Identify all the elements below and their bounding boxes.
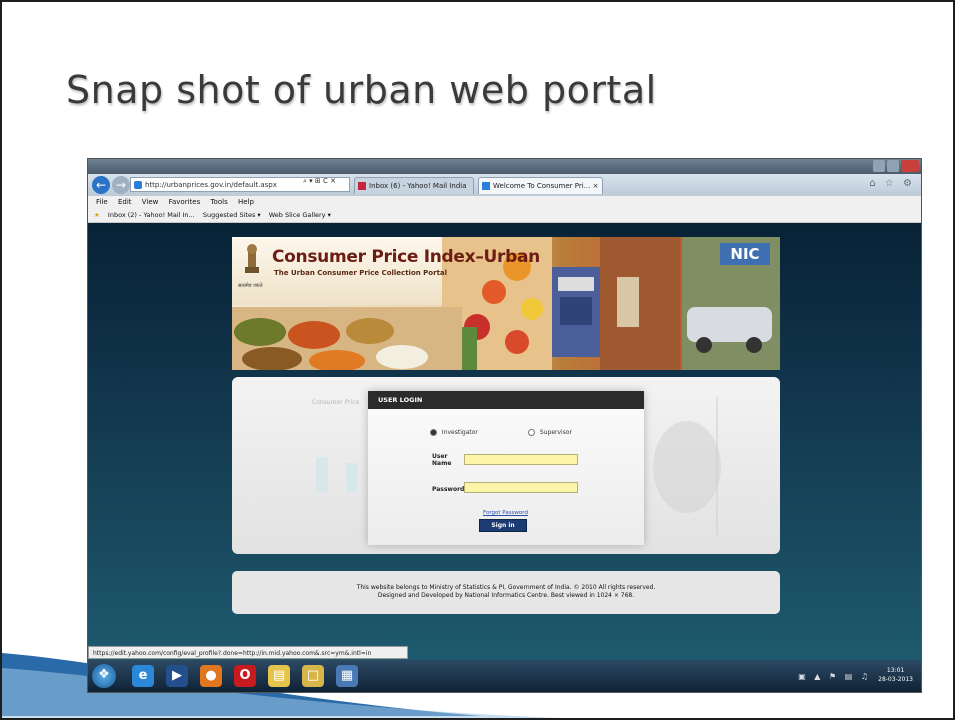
- internet-explorer-icon[interactable]: e: [132, 665, 154, 687]
- sign-in-button[interactable]: Sign in: [479, 519, 527, 532]
- page-viewport: सत्यमेव जयते Consumer Price Index–Urban …: [88, 223, 921, 660]
- portal-title: Consumer Price Index–Urban: [272, 247, 540, 267]
- favorites-bar: ★ Inbox (2) - Yahoo! Mail In... Suggeste…: [88, 208, 921, 223]
- radio-unselected-icon: [528, 429, 535, 436]
- media-player-icon[interactable]: ▶: [166, 665, 188, 687]
- nic-logo: NIC: [720, 243, 770, 265]
- login-body: Investigator Supervisor User Name Passwo…: [368, 409, 644, 545]
- system-tray-icons[interactable]: ▣ ▲ ⚑ ▤ ♫: [798, 672, 871, 681]
- favorites-star-icon[interactable]: ★: [94, 211, 100, 219]
- login-header: USER LOGIN: [368, 391, 644, 409]
- document-window-icon[interactable]: ▦: [336, 665, 358, 687]
- minimize-icon[interactable]: [873, 160, 885, 172]
- browser-status-url: https://edit.yahoo.com/config/eval_profi…: [88, 646, 408, 659]
- footer-credits: Designed and Developed by National Infor…: [377, 592, 635, 599]
- favorite-web-slice-gallery[interactable]: Web Slice Gallery ▾: [269, 211, 331, 219]
- menu-file[interactable]: File: [96, 198, 108, 206]
- opera-icon[interactable]: O: [234, 665, 256, 687]
- tab-label: Inbox (6) - Yahoo! Mail India: [369, 182, 467, 190]
- banner-brand-area: सत्यमेव जयते Consumer Price Index–Urban …: [232, 237, 540, 305]
- footer-copyright: This website belongs to Ministry of Stat…: [356, 584, 656, 591]
- spice-bowls-image: [232, 307, 462, 370]
- radio-selected-icon: [430, 429, 437, 436]
- slide-title: Snap shot of urban web portal: [66, 68, 657, 112]
- menu-help[interactable]: Help: [238, 198, 254, 206]
- start-button-icon[interactable]: ❖: [92, 664, 116, 688]
- forgot-password-link[interactable]: Forgot Password: [483, 510, 528, 516]
- folder-icon[interactable]: □: [302, 665, 324, 687]
- ie-page-icon: [482, 182, 490, 190]
- favorite-yahoo-inbox[interactable]: Inbox (2) - Yahoo! Mail In...: [108, 211, 195, 219]
- tab-yahoo-mail[interactable]: Inbox (6) - Yahoo! Mail India: [354, 177, 474, 194]
- browser-screenshot: ← → http://urbanprices.gov.in/default.as…: [88, 159, 921, 692]
- address-actions[interactable]: ⌕ ▾ ⊞ C ✕: [303, 177, 336, 186]
- yahoo-icon: [358, 182, 366, 190]
- presentation-slide: Snap shot of urban web portal ← → http:/…: [0, 0, 955, 720]
- site-favicon-icon: [134, 181, 142, 189]
- emblem-caption: सत्यमेव जयते: [238, 283, 263, 289]
- ghost-heading: Consumer Price: [312, 399, 360, 406]
- faded-bottles-graphic: [316, 457, 358, 493]
- user-login-form: USER LOGIN Investigator Supervisor User …: [368, 391, 644, 545]
- radio-investigator[interactable]: Investigator: [430, 429, 478, 436]
- faded-globe-graphic: [653, 397, 721, 537]
- taskbar-clock[interactable]: 13:01 28-03-2013: [878, 666, 913, 684]
- address-url: http://urbanprices.gov.in/default.aspx: [145, 181, 277, 189]
- portal-banner: सत्यमेव जयते Consumer Price Index–Urban …: [232, 237, 780, 370]
- windows-taskbar: ❖ e ▶ ● O ▤ □ ▦ ▣ ▲ ⚑ ▤ ♫ 13:01 28-03-20…: [88, 660, 921, 692]
- menu-tools[interactable]: Tools: [210, 198, 227, 206]
- password-field[interactable]: [464, 482, 578, 493]
- password-label: Password: [432, 486, 465, 493]
- maximize-icon[interactable]: [887, 160, 899, 172]
- back-arrow-icon[interactable]: ←: [92, 176, 110, 194]
- tab-consumer-price[interactable]: Welcome To Consumer Pri... ×: [478, 177, 603, 194]
- menu-bar: File Edit View Favorites Tools Help: [88, 196, 921, 208]
- radio-supervisor[interactable]: Supervisor: [528, 429, 572, 436]
- home-favorites-tools-icons[interactable]: ⌂ ☆ ⚙: [869, 178, 915, 189]
- browser-navigation-bar: ← → http://urbanprices.gov.in/default.as…: [88, 174, 921, 196]
- clock-date: 28-03-2013: [878, 676, 913, 683]
- national-emblem-icon: [245, 244, 259, 273]
- radio-investigator-label: Investigator: [441, 429, 478, 436]
- favorite-suggested-sites[interactable]: Suggested Sites ▾: [203, 211, 261, 219]
- close-icon[interactable]: [901, 160, 919, 172]
- tab-label: Welcome To Consumer Pri... ×: [493, 182, 599, 190]
- window-titlebar: [88, 159, 921, 174]
- portal-footer: This website belongs to Ministry of Stat…: [232, 571, 780, 614]
- username-field[interactable]: [464, 454, 578, 465]
- menu-favorites[interactable]: Favorites: [169, 198, 201, 206]
- forward-arrow-icon[interactable]: →: [112, 176, 130, 194]
- menu-view[interactable]: View: [142, 198, 159, 206]
- login-panel-background: Consumer Price USER LOGIN Investigator S…: [232, 377, 780, 554]
- radio-supervisor-label: Supervisor: [539, 429, 572, 436]
- firefox-icon[interactable]: ●: [200, 665, 222, 687]
- file-explorer-icon[interactable]: ▤: [268, 665, 290, 687]
- menu-edit[interactable]: Edit: [118, 198, 132, 206]
- username-label: User Name: [432, 453, 452, 467]
- clock-time: 13:01: [886, 667, 905, 674]
- portal-subtitle: The Urban Consumer Price Collection Port…: [274, 269, 448, 277]
